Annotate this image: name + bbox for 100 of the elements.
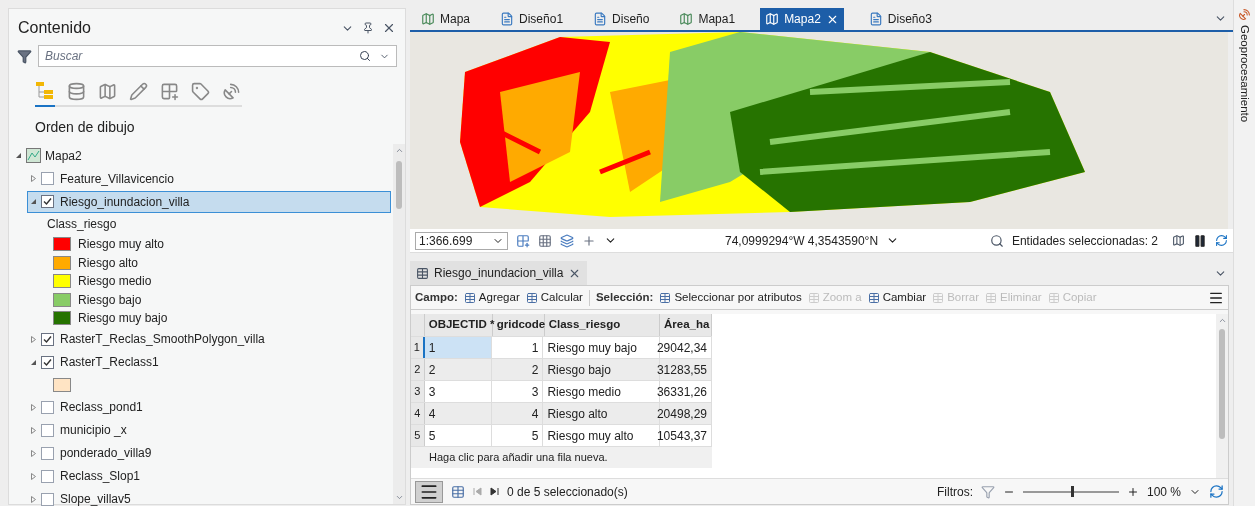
view-tab[interactable]: Diseño [588,8,655,30]
scroll-thumb[interactable] [396,161,402,209]
row-number: 1 [411,337,425,358]
zoom-in-icon[interactable] [1126,485,1139,498]
layer-name: municipio _x [60,422,127,439]
layer-row[interactable]: RasterT_Reclas_SmoothPolygon_villa [27,328,391,350]
layer-checkbox[interactable] [41,400,54,414]
grid-icon[interactable] [538,233,552,248]
layer-checkbox[interactable] [41,492,54,506]
layer-row[interactable]: RasterT_Reclass1 [27,351,391,373]
legend-label: Riesgo medio [78,273,152,291]
collapsed-caret-icon[interactable] [30,426,37,434]
table-view-icon[interactable] [415,480,443,503]
tool-icon [160,81,180,101]
layer-row[interactable]: ponderado_villa9 [27,442,391,464]
layer-row[interactable]: Feature_Villavicencio [27,167,391,190]
crosshair-icon[interactable] [582,233,596,248]
row-number: 5 [411,425,425,446]
zoom-slider[interactable] [1022,485,1119,498]
layer-checkbox[interactable] [41,423,54,437]
expanded-caret-icon[interactable] [15,152,22,159]
layer-checkbox[interactable] [41,446,54,460]
tool-icon [222,81,242,101]
toolbar-button[interactable]: Agregar [463,288,520,307]
selection-zoom-icon[interactable] [989,233,1004,248]
tool-icon [807,291,820,304]
layer-row[interactable]: municipio _x [27,419,391,441]
view-tab[interactable]: Mapa2 [760,8,844,30]
scrollbar[interactable] [1216,314,1228,478]
expanded-caret-icon[interactable] [30,358,37,366]
view-tab[interactable]: Diseño3 [863,8,937,30]
search-bar[interactable]: Buscar [38,45,397,67]
table-tab[interactable]: Riesgo_inundacion_villa [410,261,588,285]
selected-features-count[interactable]: Entidades seleccionadas: 2 [1011,231,1158,250]
refresh-icon[interactable] [1215,234,1228,247]
map-name[interactable]: Mapa2 [45,146,82,165]
legend-heading: Class_riesgo [47,216,118,233]
add-row-hint[interactable]: Haga clic para añadir una fila nueva. [411,446,712,468]
table-cell[interactable]: 1 [424,337,493,358]
map-coordinates: 74,0999294°W 4,3543590°N [725,232,879,250]
layer-checkbox[interactable] [41,469,54,483]
scale-dropdown[interactable]: 1:366.699 [415,231,508,250]
layer-row[interactable]: Reclass_Slop1 [27,465,391,487]
layer-checkbox[interactable] [41,195,54,208]
pause-icon[interactable] [1193,233,1207,248]
layers-icon[interactable] [560,233,574,248]
map-icon [421,12,435,26]
view-tab[interactable]: Diseño1 [495,8,569,30]
toolbar-button[interactable]: Cambiar [867,288,927,307]
collapsed-caret-icon[interactable] [30,472,37,480]
tool-icon [463,291,476,304]
pin-icon[interactable] [362,22,374,34]
tool-icon [525,291,538,304]
layer-checkbox[interactable] [41,332,54,346]
close-icon[interactable] [382,21,396,35]
row-number: 2 [411,359,425,380]
slider-thumb[interactable] [1070,486,1074,497]
last-record-icon[interactable] [490,487,499,496]
scrollbar[interactable] [393,144,405,504]
collapsed-caret-icon[interactable] [30,403,37,411]
filters-label: Filtros: [936,483,973,501]
toolbar-button[interactable]: Seleccionar por atributos [659,288,802,307]
grid-plus-icon[interactable] [516,233,530,248]
layout-icon [868,12,883,26]
field-view-icon[interactable] [451,484,465,499]
view-tab[interactable]: Mapa1 [674,8,741,30]
view-tab[interactable]: Mapa [416,8,476,30]
search-icon[interactable] [359,50,371,62]
filter-icon[interactable] [17,48,32,64]
zoom-reading[interactable]: 100 % [1146,482,1181,501]
row-number: 3 [411,381,425,402]
map-extent-icon[interactable] [1172,234,1185,247]
refresh-icon[interactable] [1209,484,1224,499]
toolbar-label: Selección: [595,289,654,305]
tool-icon [867,291,880,304]
expanded-caret-icon[interactable] [30,198,37,205]
checkmark-icon [43,334,52,344]
legend-label: Riesgo bajo [78,291,142,309]
layer-name: RasterT_Reclass1 [60,354,159,371]
side-pane-tab[interactable]: Geoprocesamiento [1235,25,1254,123]
collapsed-caret-icon[interactable] [30,175,37,182]
layer-row[interactable]: Slope_villav5 [27,488,391,506]
selection-count: 0 de 5 seleccionado(s) [507,483,628,501]
layer-name: ponderado_villa9 [60,445,152,462]
layer-name: Slope_villav5 [60,491,131,506]
layer-row[interactable]: Riesgo_inundacion_villa [27,190,391,213]
collapsed-caret-icon[interactable] [30,495,37,503]
first-record-icon[interactable] [473,487,482,496]
scroll-up-icon[interactable] [1217,316,1227,325]
collapsed-caret-icon[interactable] [30,335,37,343]
tool-icon [191,81,211,101]
toolbar-button[interactable]: Calcular [525,288,583,307]
layer-checkbox[interactable] [41,172,54,185]
collapsed-caret-icon[interactable] [30,449,37,457]
layer-row[interactable]: Reclass_pond1 [27,396,391,418]
scroll-thumb[interactable] [1219,329,1225,439]
scroll-up-icon[interactable] [394,146,404,155]
layer-checkbox[interactable] [41,355,54,369]
search-field[interactable]: Buscar [45,47,359,65]
scroll-down-icon[interactable] [394,493,404,502]
